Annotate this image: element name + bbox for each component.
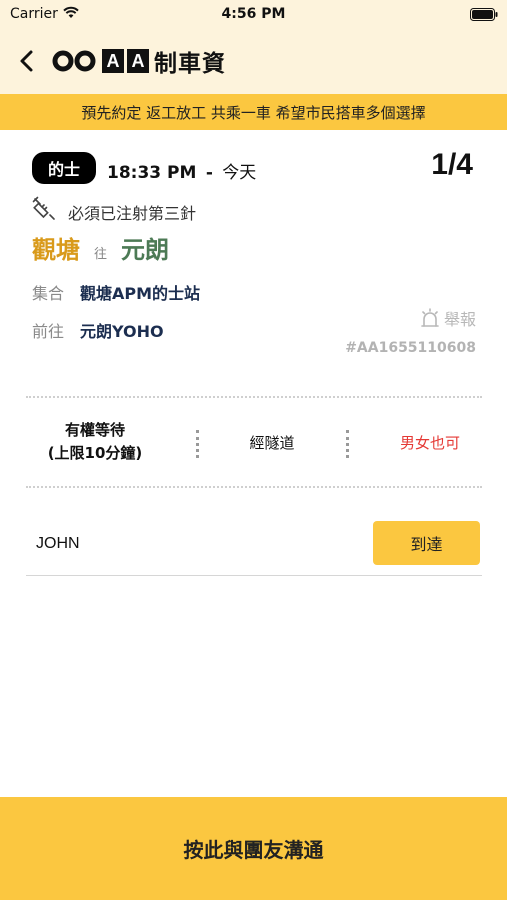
meet-point: 觀塘APM的士站 <box>80 284 201 303</box>
participant-name: JOHN <box>36 535 80 552</box>
wait-policy: 有權等待 (上限10分鐘) <box>30 419 160 465</box>
divider <box>26 575 482 576</box>
battery-icon <box>470 8 498 21</box>
app-logo: A A 制車資 <box>52 44 226 78</box>
gender-policy: 男女也可 <box>399 434 460 452</box>
time-separator: - <box>205 163 213 183</box>
divider <box>26 396 482 398</box>
passenger-count: 1/4 <box>431 148 473 181</box>
arrive-button[interactable]: 到達 <box>373 521 480 565</box>
report-label: 舉報 <box>443 310 476 329</box>
logo-letter-box: A <box>127 49 149 73</box>
divider <box>196 430 200 458</box>
status-bar: Carrier 4:56 PM <box>0 0 507 30</box>
vehicle-badge: 的士 <box>32 152 96 184</box>
logo-letter-box: A <box>102 49 124 73</box>
status-time: 4:56 PM <box>221 6 286 22</box>
origin-district: 觀塘 <box>32 236 80 264</box>
group-chat-button[interactable]: 按此與團友溝通 <box>0 797 507 900</box>
destination-label: 前往 <box>32 322 65 341</box>
logo-text: 制車資 <box>154 51 226 77</box>
destination-point: 元朗YOHO <box>80 322 164 341</box>
route-type: 經隧道 <box>249 434 295 452</box>
day-label: 今天 <box>222 163 257 183</box>
nav-bar: A A 制車資 <box>0 30 507 94</box>
departure-time: 18:33 PM - 今天 <box>107 158 256 183</box>
route-summary: 觀塘 往 元朗 <box>32 230 169 265</box>
chevron-left-icon[interactable] <box>16 48 38 74</box>
reference-code: #AA1655110608 <box>345 340 476 356</box>
divider <box>346 430 350 458</box>
wait-policy-line1: 有權等待 <box>64 421 125 439</box>
promo-banner: 預先約定 返工放工 共乘一車 希望市民搭車多個選擇 <box>0 94 507 130</box>
destination-district: 元朗 <box>121 236 170 264</box>
vaccine-requirement: 必須已注射第三針 <box>68 204 197 223</box>
wait-policy-line2: (上限10分鐘) <box>47 444 143 462</box>
logo-mark <box>52 50 96 72</box>
alarm-icon <box>421 308 439 327</box>
meet-label: 集合 <box>32 284 65 303</box>
route-arrow-word: 往 <box>94 247 108 262</box>
report-button[interactable]: 舉報 <box>419 306 476 330</box>
time-value: 18:33 PM <box>107 163 197 183</box>
divider <box>26 486 482 488</box>
syringe-icon <box>32 196 55 220</box>
